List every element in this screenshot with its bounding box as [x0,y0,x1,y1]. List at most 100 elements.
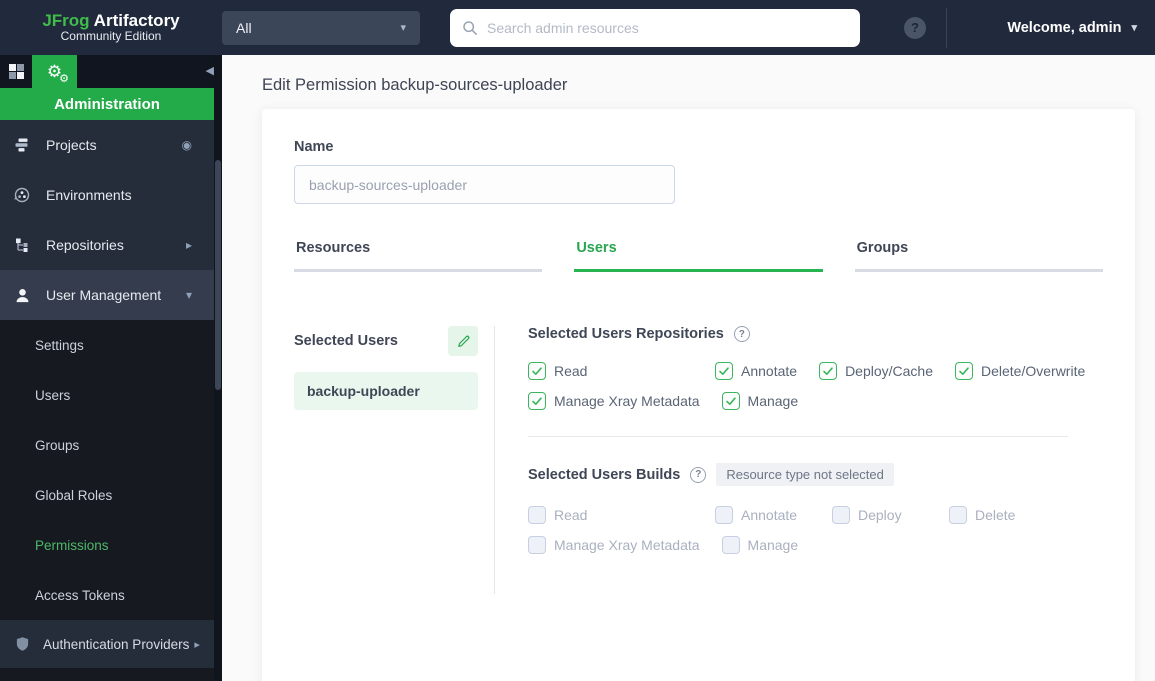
checkbox-repos-delete-overwrite[interactable]: Delete/Overwrite [955,362,1085,380]
main-content: Edit Permission backup-sources-uploader … [222,55,1155,681]
sidebar-item-label: Environments [46,187,192,203]
checkbox-unchecked-icon [715,506,733,524]
app-switcher-button[interactable] [0,55,32,88]
help-icon[interactable]: ? [904,17,926,39]
checkbox-repos-deploy-cache[interactable]: Deploy/Cache [819,362,933,380]
checkbox-repos-read[interactable]: Read [528,362,693,380]
sidebar-item-environments[interactable]: Environments [0,170,214,220]
grid-icon [9,64,24,79]
logo-edition: Community Edition [0,30,222,44]
status-badge: Resource type not selected [716,463,894,486]
user-menu[interactable]: Welcome, admin ▾ [947,20,1155,36]
repositories-section-title: Selected Users Repositories [528,326,724,342]
sidebar-subitem-settings[interactable]: Settings [0,320,214,370]
logo-title: JFrog Artifactory [0,11,222,31]
sidebar-item-label: Authentication Providers [43,637,189,652]
selected-user-item[interactable]: backup-uploader [294,372,478,410]
chevron-down-icon: ▾ [400,21,406,34]
users-tab-panel: Selected Users backup-uploader Selected … [294,326,1103,594]
projects-icon [10,137,34,153]
admin-search[interactable] [450,9,860,47]
sidebar-item-projects[interactable]: Projects ◉ [0,120,214,170]
sidebar-item-label: Repositories [46,237,186,253]
sidebar-item-authentication-providers[interactable]: Authentication Providers ▸ [0,620,214,668]
checkbox-unchecked-icon [949,506,967,524]
page-title: Edit Permission backup-sources-uploader [262,76,1155,95]
tab-users[interactable]: Users [574,240,822,272]
builds-section-title: Selected Users Builds [528,467,680,483]
logo-product: Artifactory [94,11,180,30]
builds-permissions-row-2: Manage Xray Metadata Manage [528,536,1103,554]
tab-groups[interactable]: Groups [855,240,1103,272]
name-label: Name [294,139,1103,155]
checkbox-builds-delete: Delete [949,506,1044,524]
selected-users-title: Selected Users [294,333,398,349]
sidebar-subitem-global-roles[interactable]: Global Roles [0,470,214,520]
checkbox-repos-manage[interactable]: Manage [722,392,799,410]
target-icon[interactable]: ◉ [182,138,192,152]
checkbox-checked-icon [819,362,837,380]
chevron-right-icon: ▸ [194,638,200,651]
administration-banner: Administration [0,88,214,120]
sidebar-collapse-button[interactable]: ◀ [206,64,214,77]
permissions-panel: Selected Users Repositories ? Read Annot… [495,326,1103,554]
app-logo: JFrog Artifactory Community Edition [0,11,222,44]
sidebar-item-label: User Management [46,287,186,303]
edit-users-button[interactable] [448,326,478,356]
sidebar-scrollbar-thumb[interactable] [215,160,221,390]
checkbox-unchecked-icon [528,506,546,524]
builds-permissions-row-1: Read Annotate Deploy Delete [528,506,1103,524]
sidebar-module-strip: ⚙ ⚙ ◀ [0,55,222,88]
permission-card: Name Resources Users Groups Selected Use… [262,109,1135,681]
sidebar-item-label: Projects [46,137,182,153]
gear-small-icon: ⚙ [59,74,69,85]
checkbox-checked-icon [528,392,546,410]
tab-resources[interactable]: Resources [294,240,542,272]
chevron-right-icon: ▸ [186,238,192,252]
user-menu-label: Welcome, admin [1007,20,1121,36]
checkbox-builds-read: Read [528,506,693,524]
help-question-icon[interactable]: ? [734,326,750,342]
pencil-icon [456,334,471,349]
selected-users-panel: Selected Users backup-uploader [294,326,478,410]
scope-dropdown-value: All [236,20,252,36]
chevron-down-icon: ▾ [186,288,192,302]
logo-brand: JFrog [42,11,89,30]
sidebar-subitem-users[interactable]: Users [0,370,214,420]
checkbox-builds-annotate: Annotate [715,506,810,524]
sidebar-subitem-permissions[interactable]: Permissions [0,520,214,570]
checkbox-builds-manage-xray: Manage Xray Metadata [528,536,700,554]
scope-dropdown[interactable]: All ▾ [222,11,420,45]
checkbox-builds-deploy: Deploy [832,506,927,524]
search-icon [462,20,478,36]
admin-module-tab[interactable]: ⚙ ⚙ [32,55,77,88]
checkbox-checked-icon [715,362,733,380]
checkbox-checked-icon [528,362,546,380]
user-icon [10,287,34,304]
checkbox-unchecked-icon [528,536,546,554]
sidebar-subitem-groups[interactable]: Groups [0,420,214,470]
chevron-down-icon: ▾ [1131,21,1137,34]
user-management-submenu: Settings Users Groups Global Roles Permi… [0,320,214,620]
checkbox-repos-annotate[interactable]: Annotate [715,362,797,380]
checkbox-unchecked-icon [722,536,740,554]
repositories-permissions-row-2: Manage Xray Metadata Manage [528,392,1103,410]
topbar: JFrog Artifactory Community Edition All … [0,0,1155,55]
checkbox-checked-icon [955,362,973,380]
section-divider [528,436,1068,437]
sidebar-item-user-management[interactable]: User Management ▾ [0,270,214,320]
help-question-icon[interactable]: ? [690,467,706,483]
checkbox-repos-manage-xray[interactable]: Manage Xray Metadata [528,392,700,410]
checkbox-builds-manage: Manage [722,536,817,554]
sidebar-item-repositories[interactable]: Repositories ▸ [0,220,214,270]
shield-icon [10,636,34,652]
sidebar: ⚙ ⚙ ◀ Administration Projects ◉ Environm… [0,55,222,681]
search-input[interactable] [487,20,848,36]
name-input[interactable] [294,165,675,204]
environments-icon [10,186,34,204]
checkbox-unchecked-icon [832,506,850,524]
sidebar-subitem-access-tokens[interactable]: Access Tokens [0,570,214,620]
sidebar-scrollbar-track [214,55,222,681]
repositories-permissions-row-1: Read Annotate Deploy/Cache Delete/Overwr… [528,362,1103,380]
checkbox-checked-icon [722,392,740,410]
